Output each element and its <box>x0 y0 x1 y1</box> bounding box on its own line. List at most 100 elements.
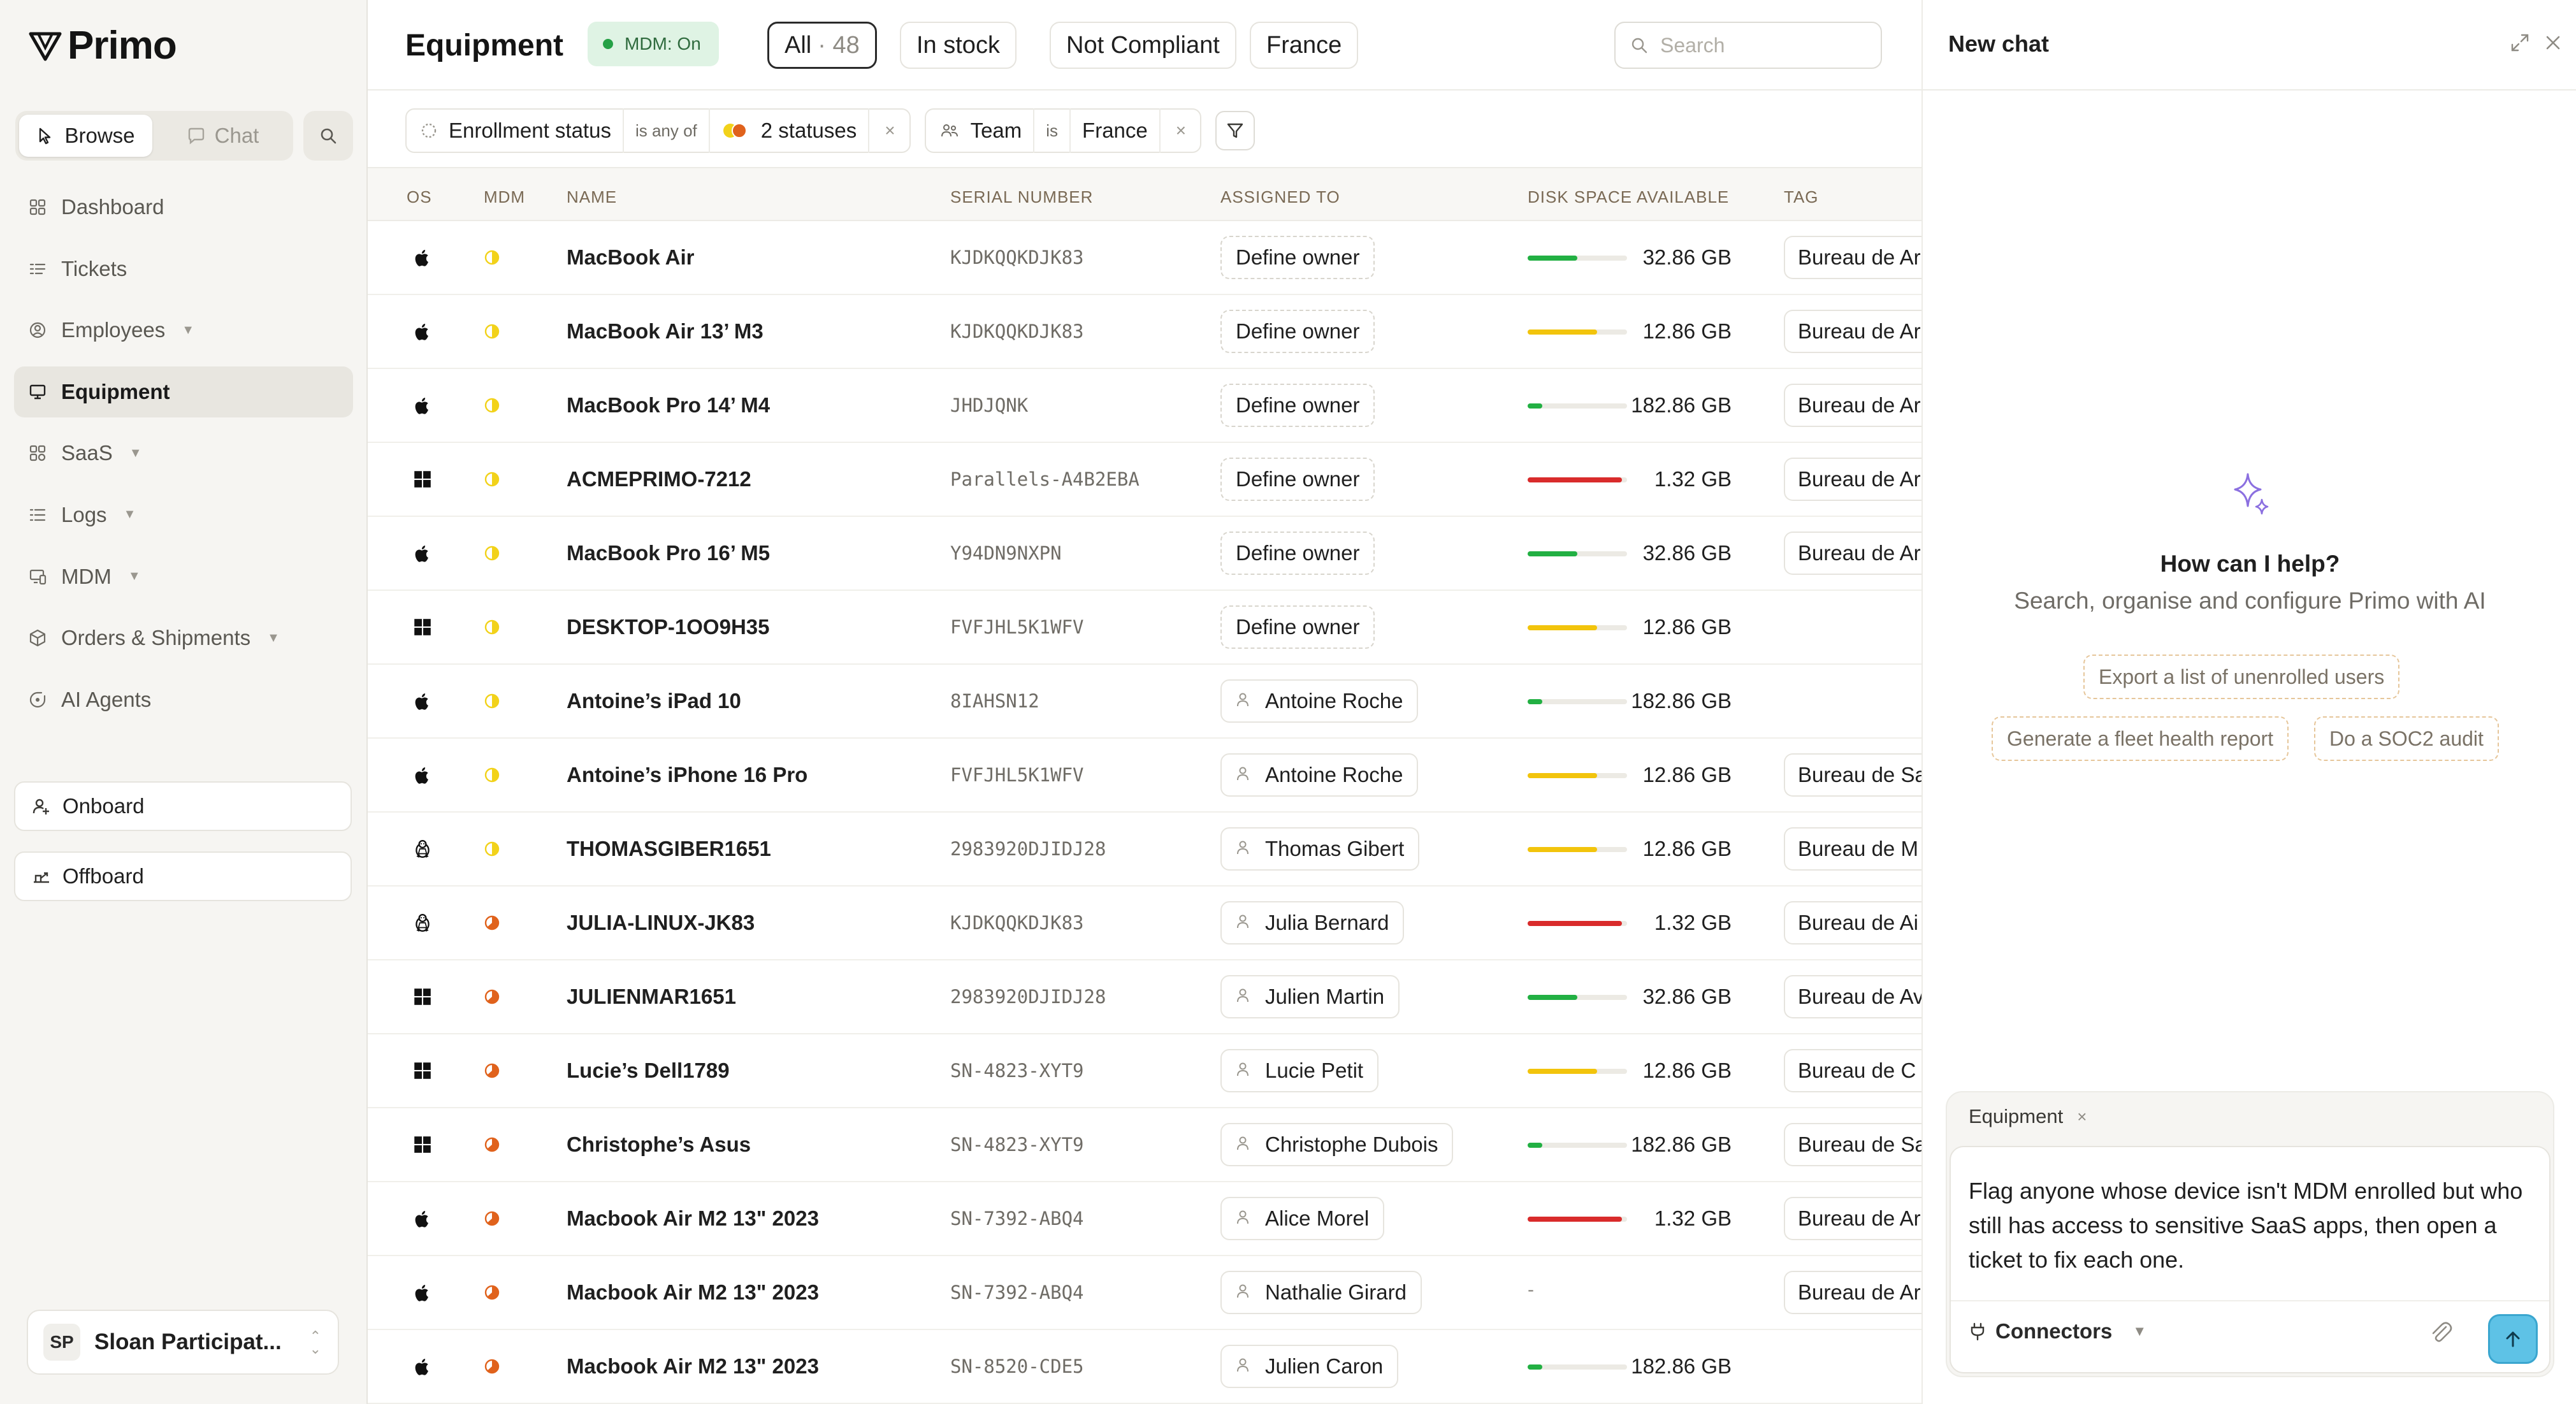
suggestion-fleet-health[interactable]: Generate a fleet health report <box>1992 716 2289 761</box>
primo-logo[interactable]: Primo <box>28 23 177 68</box>
owner-chip[interactable]: Julien Caron <box>1220 1345 1399 1388</box>
filter-team[interactable]: Team is France × <box>924 108 1202 153</box>
device-name[interactable]: JULIA-LINUX-JK83 <box>567 887 755 959</box>
add-filter-button[interactable] <box>1215 111 1255 150</box>
sidebar-item-mdm[interactable]: MDM ▼ <box>14 551 353 602</box>
remove-context-icon[interactable]: × <box>2077 1107 2087 1127</box>
sidebar-item-ai-agents[interactable]: AI Agents <box>14 674 353 725</box>
device-name[interactable]: ACMEPRIMO-7212 <box>567 443 751 516</box>
device-name[interactable]: Macbook Air M2 13" 2023 <box>567 1256 819 1329</box>
owner-chip[interactable]: Thomas Gibert <box>1220 827 1420 871</box>
expand-icon[interactable] <box>2509 32 2531 54</box>
sidebar-search-button[interactable] <box>303 111 353 161</box>
search-input[interactable]: Search <box>1614 22 1882 69</box>
define-owner-button[interactable]: Define owner <box>1220 384 1375 427</box>
device-name[interactable]: Antoine’s iPad 10 <box>567 665 741 737</box>
sidebar-item-saas[interactable]: SaaS ▼ <box>14 428 353 479</box>
col-disk[interactable]: DISK SPACE AVAILABLE <box>1528 187 1729 207</box>
table-row[interactable]: MacBook Air KJDKQQKDJK83 Define owner 32.86… <box>368 221 1921 295</box>
owner-chip[interactable]: Christophe Dubois <box>1220 1123 1454 1166</box>
table-row[interactable]: Antoine’s iPhone 16 Pro FVFJHL5K1WFV Antoi… <box>368 739 1921 813</box>
tag-chip[interactable]: Bureau de Sa <box>1784 753 1921 797</box>
device-name[interactable]: MacBook Air <box>567 221 694 294</box>
tag-chip[interactable]: Bureau de Ar <box>1784 458 1921 501</box>
col-mdm[interactable]: MDM <box>484 187 525 207</box>
table-row[interactable]: JULIA-LINUX-JK83 KJDKQQKDJK83 Julia Bernar… <box>368 887 1921 960</box>
define-owner-button[interactable]: Define owner <box>1220 310 1375 353</box>
tag-chip[interactable]: Bureau de Ar <box>1784 1197 1921 1240</box>
prompt-input[interactable]: Flag anyone whose device isn't MDM enrol… <box>1969 1174 2536 1277</box>
sidebar-item-tickets[interactable]: Tickets <box>14 243 353 294</box>
tag-chip[interactable]: Bureau de Av <box>1784 975 1921 1018</box>
table-row[interactable]: ACMEPRIMO-7212 Parallels-A4B2EBA Define ow… <box>368 443 1921 517</box>
owner-chip[interactable]: Julien Martin <box>1220 975 1400 1018</box>
device-name[interactable]: Lucie’s Dell1789 <box>567 1034 730 1107</box>
col-serial[interactable]: SERIAL NUMBER <box>950 187 1093 207</box>
owner-chip[interactable]: Lucie Petit <box>1220 1049 1379 1092</box>
tag-chip[interactable]: Bureau de Ar <box>1784 384 1921 427</box>
send-button[interactable] <box>2488 1314 2538 1364</box>
col-name[interactable]: NAME <box>567 187 617 207</box>
owner-chip[interactable]: Antoine Roche <box>1220 753 1419 797</box>
chat-tab[interactable]: Chat <box>156 115 289 157</box>
table-row[interactable]: Macbook Air M2 13" 2023 SN-7392-ABQ4 Alice… <box>368 1182 1921 1256</box>
table-row[interactable]: MacBook Pro 14’ M4 JHDJQNK Define owner 182… <box>368 369 1921 443</box>
tab-france[interactable]: France <box>1250 22 1359 69</box>
tag-chip[interactable]: Bureau de Ar <box>1784 1271 1921 1314</box>
table-row[interactable]: Macbook Air M2 13" 2023 SN-8520-CDE5 Julie… <box>368 1330 1921 1404</box>
tag-chip[interactable]: Bureau de Ar <box>1784 532 1921 575</box>
device-name[interactable]: JULIENMAR1651 <box>567 960 736 1033</box>
tab-in-stock[interactable]: In stock <box>900 22 1017 69</box>
table-row[interactable]: Lucie’s Dell1789 SN-4823-XYT9 Lucie Petit 1… <box>368 1034 1921 1108</box>
tag-chip[interactable]: Bureau de Ar <box>1784 236 1921 279</box>
sidebar-item-logs[interactable]: Logs ▼ <box>14 489 353 540</box>
remove-filter-icon[interactable]: × <box>1176 120 1186 141</box>
sidebar-item-employees[interactable]: Employees ▼ <box>14 305 353 356</box>
table-row[interactable]: MacBook Air 13’ M3 KJDKQQKDJK83 Define own… <box>368 295 1921 369</box>
owner-chip[interactable]: Antoine Roche <box>1220 679 1419 723</box>
device-name[interactable]: Macbook Air M2 13" 2023 <box>567 1182 819 1255</box>
define-owner-button[interactable]: Define owner <box>1220 605 1375 649</box>
device-name[interactable]: Macbook Air M2 13" 2023 <box>567 1330 819 1403</box>
define-owner-button[interactable]: Define owner <box>1220 458 1375 501</box>
define-owner-button[interactable]: Define owner <box>1220 236 1375 279</box>
col-tag[interactable]: TAG <box>1784 187 1819 207</box>
onboard-button[interactable]: Onboard <box>14 781 352 831</box>
tag-chip[interactable]: Bureau de Ar <box>1784 310 1921 353</box>
suggestion-soc2-audit[interactable]: Do a SOC2 audit <box>2314 716 2499 761</box>
table-row[interactable]: Antoine’s iPad 10 8IAHSN12 Antoine Roche 18… <box>368 665 1921 739</box>
suggestion-export-unenrolled[interactable]: Export a list of unenrolled users <box>2083 655 2400 699</box>
paperclip-icon[interactable] <box>2427 1318 2455 1346</box>
prompt-box[interactable]: Flag anyone whose device isn't MDM enrol… <box>1950 1146 2551 1373</box>
table-row[interactable]: MacBook Pro 16’ M5 Y94DN9NXPN Define owner… <box>368 517 1921 591</box>
tag-chip[interactable]: Bureau de Ai <box>1784 901 1921 944</box>
owner-chip[interactable]: Julia Bernard <box>1220 901 1405 944</box>
table-row[interactable]: DESKTOP-1OO9H35 FVFJHL5K1WFV Define owner 1… <box>368 591 1921 665</box>
col-os[interactable]: OS <box>407 187 432 207</box>
table-row[interactable]: Macbook Air M2 13" 2023 SN-7392-ABQ4 Natha… <box>368 1256 1921 1330</box>
context-chip[interactable]: Equipment × <box>1969 1105 2087 1128</box>
browse-tab[interactable]: Browse <box>19 115 152 157</box>
device-name[interactable]: MacBook Pro 14’ M4 <box>567 369 770 442</box>
tab-not-compliant[interactable]: Not Compliant <box>1050 22 1236 69</box>
sidebar-item-orders-shipments[interactable]: Orders & Shipments ▼ <box>14 612 353 663</box>
table-row[interactable]: JULIENMAR1651 2983920DJIDJ28 Julien Martin… <box>368 960 1921 1034</box>
device-name[interactable]: MacBook Pro 16’ M5 <box>567 517 770 590</box>
table-row[interactable]: Christophe’s Asus SN-4823-XYT9 Christophe … <box>368 1108 1921 1182</box>
owner-chip[interactable]: Alice Morel <box>1220 1197 1385 1240</box>
define-owner-button[interactable]: Define owner <box>1220 532 1375 575</box>
tab-all[interactable]: All · 48 <box>767 22 877 69</box>
offboard-button[interactable]: Offboard <box>14 851 352 901</box>
connectors-dropdown[interactable]: Connectors ▼ <box>1969 1319 2146 1343</box>
device-name[interactable]: DESKTOP-1OO9H35 <box>567 591 770 663</box>
device-name[interactable]: Antoine’s iPhone 16 Pro <box>567 739 807 811</box>
sidebar-item-equipment[interactable]: Equipment <box>14 366 353 417</box>
table-row[interactable]: THOMASGIBER1651 2983920DJIDJ28 Thomas Gibe… <box>368 813 1921 887</box>
tag-chip[interactable]: Bureau de C <box>1784 1049 1921 1092</box>
user-menu[interactable]: SP Sloan Participat... ⌃ ⌄ <box>27 1310 339 1375</box>
tag-chip[interactable]: Bureau de M <box>1784 827 1921 871</box>
col-assigned[interactable]: ASSIGNED TO <box>1220 187 1340 207</box>
sidebar-item-dashboard[interactable]: Dashboard <box>14 182 353 233</box>
filter-enrollment-status[interactable]: Enrollment status is any of 2 statuses × <box>405 108 911 153</box>
owner-chip[interactable]: Nathalie Girard <box>1220 1271 1422 1314</box>
